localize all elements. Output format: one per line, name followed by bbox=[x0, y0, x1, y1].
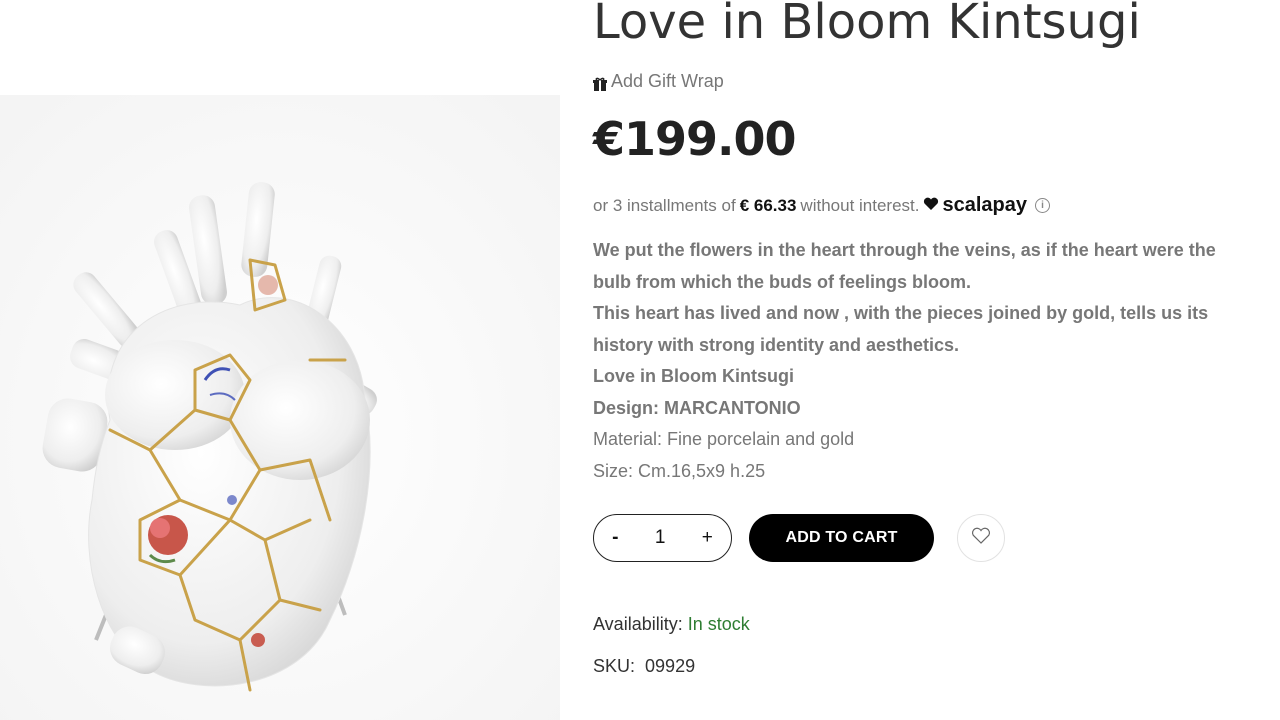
description-line: bulb from which the buds of feelings blo… bbox=[593, 271, 971, 292]
gift-wrap-label: Add Gift Wrap bbox=[611, 71, 724, 91]
availability-value: In stock bbox=[687, 614, 750, 634]
gift-icon bbox=[593, 75, 607, 91]
installments-amount: € 66.33 bbox=[739, 195, 797, 215]
description-line: We put the flowers in the heart through … bbox=[593, 240, 1216, 260]
description-line: This heart has lived and now , with the … bbox=[593, 303, 1209, 323]
sku-value: 09929 bbox=[645, 656, 696, 676]
installments-prefix: or 3 installments of bbox=[593, 195, 736, 215]
description-line: Design: MARCANTONIO bbox=[593, 397, 801, 418]
quantity-stepper: - 1 + bbox=[593, 514, 732, 562]
availability-label: Availability: bbox=[593, 614, 683, 634]
quantity-increase-button[interactable]: + bbox=[702, 527, 713, 549]
product-price: €199.00 bbox=[593, 112, 797, 166]
installments-info: or 3 installments of € 66.33 without int… bbox=[593, 194, 1050, 217]
availability: Availability: In stock bbox=[593, 614, 750, 635]
installments-suffix: without interest. bbox=[800, 195, 920, 215]
sku: SKU: 09929 bbox=[593, 656, 695, 677]
quantity-value[interactable]: 1 bbox=[655, 527, 666, 549]
description-line: Size: Cm.16,5x9 h.25 bbox=[593, 460, 766, 481]
wishlist-button[interactable] bbox=[957, 514, 1005, 562]
sku-label: SKU: bbox=[593, 656, 636, 676]
heart-icon bbox=[923, 194, 939, 217]
product-image[interactable] bbox=[0, 0, 560, 720]
quantity-decrease-button[interactable]: - bbox=[612, 527, 618, 549]
product-title: Love in Bloom Kintsugi bbox=[593, 0, 1141, 50]
heart-outline-icon bbox=[971, 527, 991, 550]
add-to-cart-button[interactable]: ADD TO CART bbox=[749, 514, 934, 562]
product-description: We put the flowers in the heart through … bbox=[593, 235, 1273, 487]
description-line: Love in Bloom Kintsugi bbox=[593, 366, 794, 386]
info-icon[interactable]: i bbox=[1035, 198, 1050, 213]
gift-wrap-link[interactable]: Add Gift Wrap bbox=[593, 71, 724, 92]
scalapay-label: scalapay bbox=[942, 194, 1027, 216]
scalapay-logo: scalapay bbox=[923, 194, 1027, 217]
description-line: Material: Fine porcelain and gold bbox=[593, 429, 855, 449]
kintsugi-heart-illustration bbox=[0, 95, 560, 720]
description-line: history with strong identity and aesthet… bbox=[593, 334, 960, 355]
